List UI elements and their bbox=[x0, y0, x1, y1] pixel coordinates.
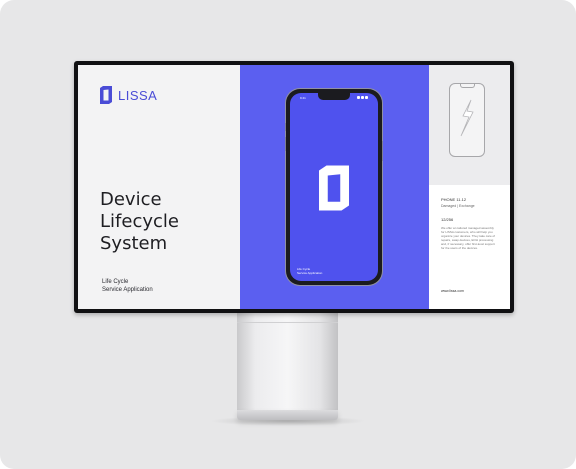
phone-screen: 9:41 Life Cycle Service Application bbox=[290, 93, 378, 281]
lissa-logo-icon bbox=[100, 86, 112, 104]
subtitle-line: Service Application bbox=[102, 287, 153, 293]
headline-line: System bbox=[100, 233, 168, 254]
brand-logo[interactable]: LISSA bbox=[98, 85, 157, 105]
subtitle: Life Cycle Service Application bbox=[102, 278, 153, 294]
spec-panel: PHONE 11.12 Damaged | Exchange 12/256 We… bbox=[429, 65, 510, 309]
accent-panel: 9:41 Life Cycle Service Application bbox=[240, 65, 429, 309]
spec-title: PHONE 11.12 bbox=[441, 197, 467, 202]
phone-caption-line: Service Application bbox=[297, 271, 323, 275]
phone-mockup: 9:41 Life Cycle Service Application bbox=[285, 89, 383, 285]
spec-count: 12/256 bbox=[441, 217, 454, 222]
left-panel: LISSA Device Lifecycle System Life Cycle… bbox=[78, 65, 240, 309]
monitor-stand bbox=[237, 312, 338, 412]
monitor-stand-base bbox=[237, 410, 338, 420]
status-time: 9:41 bbox=[300, 96, 306, 100]
phone-side-button bbox=[382, 141, 383, 161]
phone-side-button bbox=[285, 123, 286, 131]
spec-description: We offer an tailored managed assembly fo… bbox=[441, 226, 495, 250]
headline: Device Lifecycle System bbox=[100, 189, 240, 255]
headline-line: Lifecycle bbox=[100, 211, 179, 232]
phone-side-button bbox=[285, 137, 286, 151]
monitor-screen: LISSA Device Lifecycle System Life Cycle… bbox=[78, 65, 510, 309]
website-link[interactable]: www.lissa.com bbox=[441, 289, 464, 293]
spec-image-area bbox=[429, 65, 510, 185]
phone-notch bbox=[318, 93, 350, 100]
subtitle-line: Life Cycle bbox=[102, 279, 129, 285]
headline-line: Device bbox=[100, 189, 162, 210]
phone-caption: Life Cycle Service Application bbox=[297, 267, 322, 275]
spec-subtitle: Damaged | Exchange bbox=[441, 204, 475, 208]
lissa-logo-icon bbox=[319, 165, 349, 211]
status-icons bbox=[357, 96, 369, 99]
crack-icon bbox=[460, 99, 474, 137]
broken-phone-illustration bbox=[449, 83, 485, 157]
monitor: LISSA Device Lifecycle System Life Cycle… bbox=[74, 61, 514, 313]
brand-name: LISSA bbox=[118, 87, 158, 103]
